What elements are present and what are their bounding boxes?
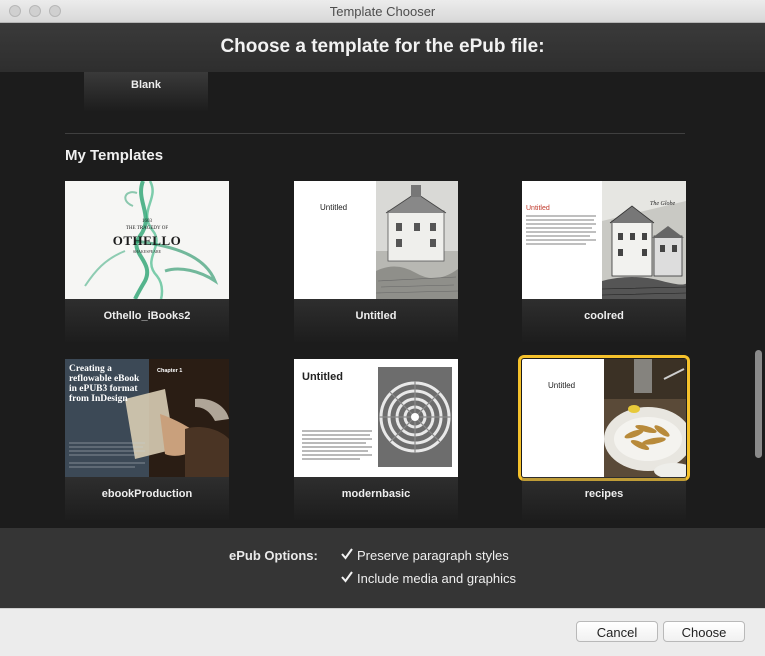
untitled-page-title: Untitled <box>320 203 348 212</box>
template-chooser-window: Template Chooser Choose a template for t… <box>0 0 765 656</box>
window-title: Template Chooser <box>329 4 436 19</box>
template-gallery: Blank My Templates 1603 THE TRAGEDY OF O… <box>0 72 765 528</box>
template-recipes-thumbnail[interactable]: Untitled <box>518 355 690 481</box>
template-label-ebookproduction[interactable]: ebookProduction <box>65 488 229 500</box>
section-divider <box>65 133 685 134</box>
coolred-corner-caption: The Globe <box>650 201 676 207</box>
template-label-untitled[interactable]: Untitled <box>294 310 458 322</box>
preserve-styles-option[interactable]: Preserve paragraph styles <box>340 548 509 563</box>
dahlia-flower-photo <box>378 367 452 467</box>
gallery-scrollbar-thumb[interactable] <box>755 350 762 458</box>
template-label-coolred[interactable]: coolred <box>522 310 686 322</box>
template-ebookproduction-thumbnail[interactable]: Creating a reflowable eBook in ePUB3 for… <box>65 359 229 477</box>
recipes-food-photo <box>604 359 686 477</box>
ebook-cover-heading: Creating a reflowable eBook in ePUB3 for… <box>69 364 140 404</box>
checkmark-icon <box>341 571 353 583</box>
template-label-modernbasic[interactable]: modernbasic <box>294 488 458 500</box>
include-media-option[interactable]: Include media and graphics <box>340 571 516 586</box>
template-label-recipes[interactable]: recipes <box>522 488 686 500</box>
template-label-othello[interactable]: Othello_iBooks2 <box>65 310 229 322</box>
title-bar[interactable]: Template Chooser <box>0 0 765 23</box>
cancel-button[interactable]: Cancel <box>576 621 658 642</box>
castle-engraving <box>376 181 458 299</box>
modernbasic-body-text <box>302 430 372 460</box>
othello-subtitle: THE TRAGEDY OF <box>125 226 169 231</box>
include-media-label[interactable]: Include media and graphics <box>357 571 516 586</box>
othello-author: SHAKESPEARE <box>132 249 162 254</box>
preserve-styles-label[interactable]: Preserve paragraph styles <box>357 548 509 563</box>
my-templates-heading: My Templates <box>65 147 164 164</box>
header-title: Choose a template for the ePub file: <box>220 36 545 57</box>
modernbasic-page-title: Untitled <box>302 371 343 383</box>
coolred-page-title: Untitled <box>526 205 550 212</box>
untitled-left-page <box>294 181 376 299</box>
dialog-footer: Cancel Choose <box>0 608 765 656</box>
preserve-styles-checkbox[interactable] <box>340 548 353 562</box>
choose-button[interactable]: Choose <box>663 621 745 642</box>
gallery-scrollbar-track[interactable] <box>751 72 765 528</box>
chooser-header: Choose a template for the ePub file: <box>0 23 765 72</box>
include-media-checkbox[interactable] <box>340 571 353 585</box>
epub-options-label: ePub Options: <box>229 548 318 563</box>
template-label-blank[interactable]: Blank <box>64 79 228 91</box>
recipes-page-title: Untitled <box>548 381 576 390</box>
template-coolred-thumbnail[interactable]: Untitled The Globe <box>522 181 686 299</box>
blank-template-reflection <box>84 72 208 112</box>
checkmark-icon <box>341 548 353 560</box>
othello-title: OTHELLO <box>112 233 182 248</box>
othello-year: 1603 <box>142 219 152 224</box>
ebook-chapter-label: Chapter 1 <box>157 368 183 374</box>
template-modernbasic-thumbnail[interactable]: Untitled <box>294 359 458 477</box>
globe-engraving <box>602 181 686 299</box>
template-othello-thumbnail[interactable]: 1603 THE TRAGEDY OF OTHELLO SHAKESPEARE <box>65 181 229 299</box>
template-untitled-thumbnail[interactable]: Untitled <box>294 181 458 299</box>
epub-options-panel: ePub Options: Preserve paragraph styles … <box>0 528 765 608</box>
coolred-body-text <box>526 215 596 245</box>
